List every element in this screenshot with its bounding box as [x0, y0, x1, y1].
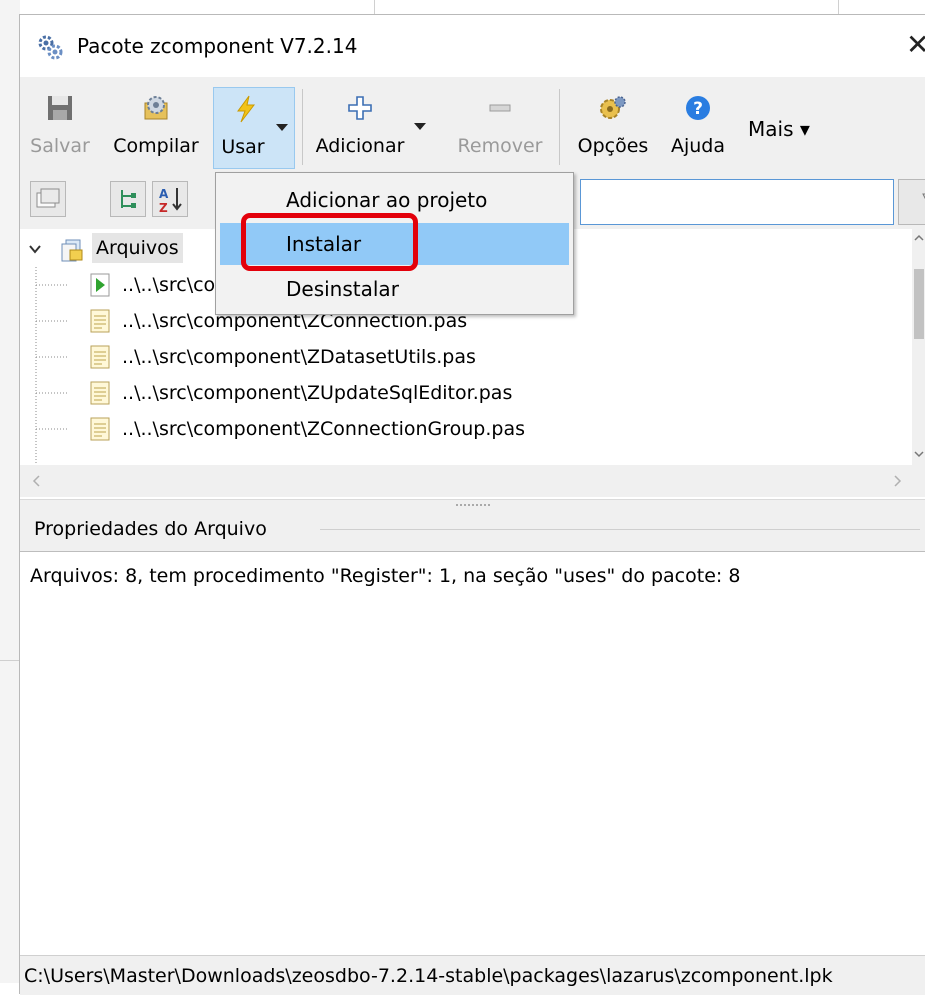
- remove-button[interactable]: Remover: [450, 87, 550, 169]
- open-unit-button[interactable]: [30, 181, 66, 217]
- compile-button[interactable]: Compilar: [106, 87, 206, 169]
- tree-file-item[interactable]: ..\..\src\component\ZDatasetUtils.pas: [70, 339, 870, 375]
- annotation-highlight-box: [241, 213, 418, 271]
- help-button[interactable]: ? Ajuda: [662, 87, 734, 169]
- scrollbar-thumb[interactable]: [914, 269, 924, 339]
- chevron-up-icon[interactable]: [914, 233, 924, 243]
- files-folder-icon: [61, 239, 83, 262]
- window-title: Pacote zcomponent V7.2.14: [77, 34, 358, 58]
- background-divider: [374, 0, 375, 14]
- sort-alphabetically-button[interactable]: A Z: [152, 181, 188, 217]
- plus-icon: [347, 96, 372, 120]
- add-button[interactable]: Adicionar: [310, 87, 426, 169]
- chevron-down-icon[interactable]: [28, 243, 42, 255]
- tree-vertical-scrollbar[interactable]: [912, 229, 925, 465]
- tree-horizontal-scrollbar[interactable]: [20, 465, 925, 497]
- funnel-icon: [922, 193, 925, 200]
- group-divider: [320, 529, 920, 530]
- tree-hierarchy-icon: [121, 190, 136, 208]
- filter-input[interactable]: [580, 179, 894, 225]
- compile-gear-icon: [144, 96, 168, 120]
- svg-text:Z: Z: [159, 201, 168, 215]
- floppy-disk-icon: [48, 96, 72, 120]
- toolbar-separator: [302, 89, 303, 165]
- background-divider: [0, 660, 20, 661]
- register-unit-icon: [90, 273, 110, 297]
- file-properties-panel: Arquivos: 8, tem procedimento "Register"…: [20, 551, 925, 955]
- unit-file-icon: [90, 417, 110, 441]
- svg-text:A: A: [159, 187, 169, 201]
- tree-file-item[interactable]: ..\..\src\component\ZConnectionGroup.pas: [70, 411, 870, 447]
- sort-az-icon: A Z: [159, 187, 182, 215]
- more-menu-button[interactable]: Mais ▾: [748, 117, 810, 141]
- chevron-down-icon: [276, 124, 288, 131]
- panel-splitter[interactable]: [20, 499, 925, 511]
- options-gear-icon: [600, 96, 626, 119]
- file-properties-summary: Arquivos: 8, tem procedimento "Register"…: [30, 565, 741, 587]
- unit-file-icon: [90, 381, 110, 405]
- splitter-grip: [456, 504, 490, 506]
- toolbar-separator: [559, 89, 560, 165]
- main-toolbar: Salvar Compilar Usar Adicionar Remover O…: [20, 77, 925, 175]
- background-editor-strip: [0, 0, 20, 983]
- options-button[interactable]: Opções: [568, 87, 658, 169]
- show-directory-hierarchy-button[interactable]: [110, 181, 146, 217]
- package-gears-icon: [38, 35, 63, 60]
- background-divider: [838, 0, 839, 14]
- svg-text:?: ?: [693, 99, 703, 119]
- package-file-path: C:\Users\Master\Downloads\zeosdbo-7.2.14…: [24, 965, 833, 987]
- save-button[interactable]: Salvar: [28, 87, 92, 169]
- chevron-down-icon: [414, 123, 426, 130]
- minus-icon: [489, 104, 511, 112]
- lightning-bolt-icon: [237, 95, 256, 123]
- unit-file-icon: [90, 309, 110, 333]
- title-bar: Pacote zcomponent V7.2.14 ✕: [20, 15, 925, 77]
- file-properties-header: Propriedades do Arquivo: [20, 511, 925, 551]
- use-button[interactable]: Usar: [213, 87, 295, 169]
- window-icon: [36, 188, 60, 208]
- menu-item-uninstall[interactable]: Desinstalar: [220, 268, 569, 310]
- chevron-left-icon[interactable]: [32, 475, 42, 487]
- tree-root-label: Arquivos: [92, 233, 183, 263]
- file-properties-title: Propriedades do Arquivo: [34, 515, 273, 543]
- close-icon[interactable]: ✕: [906, 28, 925, 62]
- unit-file-icon: [90, 345, 110, 369]
- filter-button[interactable]: [898, 179, 925, 225]
- status-bar: C:\Users\Master\Downloads\zeosdbo-7.2.14…: [20, 955, 925, 995]
- help-question-icon: ?: [686, 96, 710, 120]
- chevron-down-icon[interactable]: [914, 449, 924, 459]
- chevron-right-icon[interactable]: [892, 475, 902, 487]
- tree-file-item[interactable]: ..\..\src\component\ZUpdateSqlEditor.pas: [70, 375, 870, 411]
- package-window: Pacote zcomponent V7.2.14 ✕ Salvar Compi…: [19, 14, 925, 995]
